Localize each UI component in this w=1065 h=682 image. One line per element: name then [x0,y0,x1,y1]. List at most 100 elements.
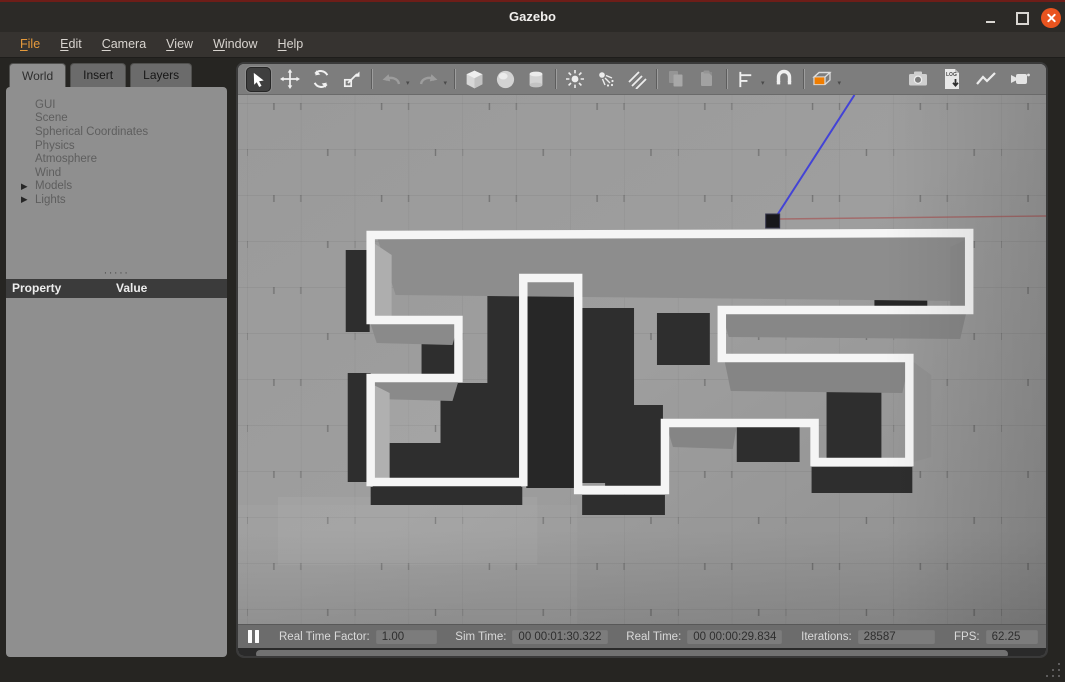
expand-arrow-icon[interactable]: ▶ [21,181,28,192]
property-table-header: Property Value [6,279,227,298]
toolbar-separator [656,69,657,89]
snap-button[interactable] [772,67,796,91]
screenshot-button[interactable] [906,67,930,91]
menu-help[interactable]: Help [268,32,314,57]
iterations-label: Iterations: [801,631,852,643]
sphere-icon [495,69,516,90]
undo-dropdown-caret[interactable]: ▾ [406,79,410,87]
align-dropdown-caret[interactable]: ▾ [761,79,765,87]
titlebar[interactable]: Gazebo [0,2,1065,32]
render-widget: ▾ ▾ [236,62,1048,658]
point-light-button[interactable] [563,67,587,91]
tree-item-atmosphere[interactable]: Atmosphere [6,152,227,166]
magnet-icon [774,69,794,89]
close-icon [1041,8,1061,28]
undo-button[interactable] [379,67,403,91]
insert-box-button[interactable] [462,67,486,91]
toolbar-separator [454,69,455,89]
tree-item-gui[interactable]: GUI [6,98,227,112]
pause-icon [248,630,252,643]
spot-light-icon [596,69,616,89]
close-button[interactable] [1041,8,1061,28]
insert-cylinder-button[interactable] [524,67,548,91]
simulation-statusbar: Real Time Factor: 1.00 Sim Time: 00 00:0… [238,624,1046,648]
sim-time-label: Sim Time: [455,631,506,643]
directional-light-button[interactable] [625,67,649,91]
svg-text:LOG: LOG [946,72,957,78]
view-dropdown-caret[interactable]: ▾ [838,79,842,87]
sun-icon [565,69,585,89]
copy-button[interactable] [664,67,688,91]
menu-window[interactable]: Window [203,32,267,57]
menu-edit[interactable]: Edit [50,32,92,57]
iterations-value: 28587 [858,629,936,644]
plot-button[interactable] [974,67,998,91]
minimize-button[interactable] [981,9,999,27]
insert-sphere-button[interactable] [493,67,517,91]
align-icon [737,70,756,89]
redo-button[interactable] [417,67,441,91]
left-panel: World Insert Layers GUI Scene Spherical … [0,58,233,682]
select-arrow-icon [250,71,267,88]
menu-view[interactable]: View [156,32,203,57]
tree-item-spherical-coordinates[interactable]: Spherical Coordinates [6,125,227,139]
panel-splitter[interactable]: ····· [6,270,227,276]
tree-item-lights[interactable]: ▶Lights [6,193,227,207]
scale-tool-button[interactable] [340,67,364,91]
window-resize-grip[interactable] [1046,663,1060,677]
maximize-button[interactable] [1013,9,1031,27]
real-time-factor-value: 1.00 [376,629,437,644]
menu-camera[interactable]: Camera [92,32,156,57]
panel-tabs: World Insert Layers [9,63,192,89]
video-record-button[interactable] [1008,67,1032,91]
window-title: Gazebo [0,2,1065,32]
toolbar-separator [803,69,804,89]
pause-button[interactable] [248,630,259,643]
tree-item-wind[interactable]: Wind [6,166,227,180]
redo-dropdown-caret[interactable]: ▾ [444,79,448,87]
tab-layers[interactable]: Layers [130,63,192,87]
view-cube-icon [811,67,835,91]
select-tool-button[interactable] [246,67,271,92]
spot-light-button[interactable] [594,67,618,91]
directional-light-icon [627,69,647,89]
scrollbar-handle[interactable] [256,650,1008,658]
expand-arrow-icon[interactable]: ▶ [21,194,28,205]
tree-item-models[interactable]: ▶Models [6,180,227,194]
scale-icon [342,69,362,89]
paste-icon [697,69,717,89]
maximize-icon [1016,12,1029,25]
scene-tree: GUI Scene Spherical Coordinates Physics … [6,87,227,207]
capture-tools: LOG [906,67,1038,91]
fps-label: FPS: [954,631,980,643]
tab-insert[interactable]: Insert [70,63,126,87]
toolbar: ▾ ▾ [238,64,1046,95]
tree-item-physics[interactable]: Physics [6,139,227,153]
translate-tool-button[interactable] [278,67,302,91]
fps-value: 62.25 [986,629,1038,644]
minimize-icon [986,21,995,23]
render-viewport[interactable] [238,95,1046,624]
column-value: Value [116,279,147,298]
tab-world[interactable]: World [9,63,66,89]
gazebo-window: Gazebo File Edit Camera View Window Help… [0,0,1065,682]
real-time-value: 00 00:00:29.834 [687,629,782,644]
view-angle-button[interactable] [811,67,835,91]
video-camera-icon [1009,70,1031,88]
menu-file[interactable]: File [10,32,50,57]
toolbar-separator [555,69,556,89]
box-icon [464,69,485,90]
chart-line-icon [975,70,997,88]
horizontal-scrollbar[interactable] [238,648,1046,658]
column-property: Property [12,279,61,298]
paste-button[interactable] [695,67,719,91]
menubar: File Edit Camera View Window Help [0,32,1065,58]
tree-item-scene[interactable]: Scene [6,112,227,126]
align-button[interactable] [734,67,758,91]
real-time-label: Real Time: [626,631,681,643]
rotate-tool-button[interactable] [309,67,333,91]
log-record-button[interactable]: LOG [940,67,964,91]
scene-canvas[interactable] [238,95,1046,624]
pause-icon [255,630,259,643]
toolbar-separator [371,69,372,89]
